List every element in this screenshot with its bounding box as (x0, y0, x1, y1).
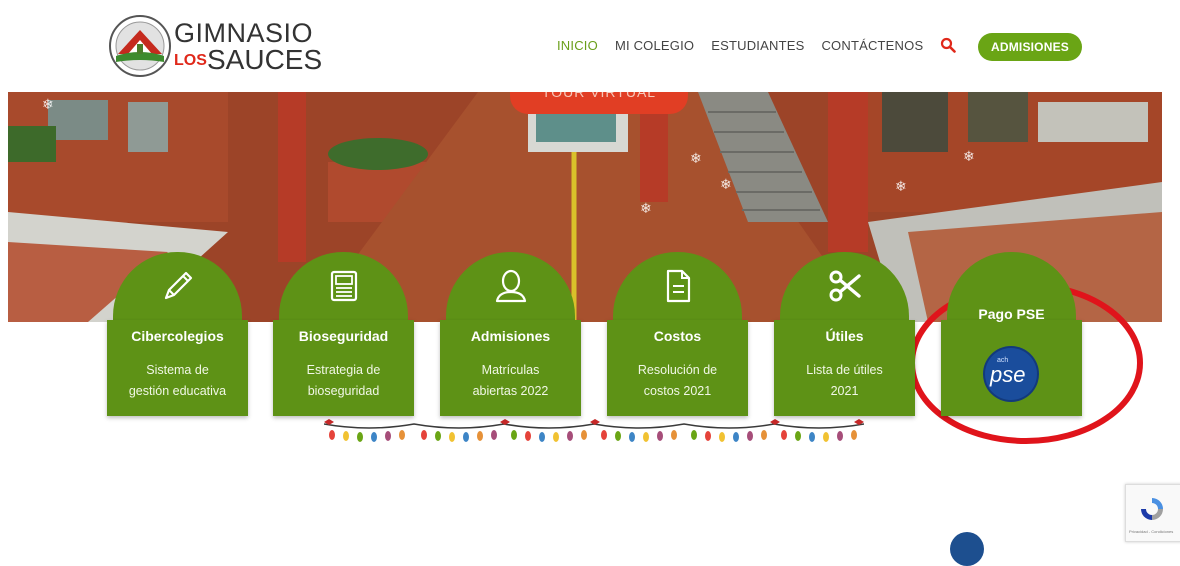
card-utiles[interactable]: Útiles Lista de útiles 2021 (774, 252, 915, 416)
card-description: Lista de útiles 2021 (774, 360, 915, 402)
school-emblem-icon (109, 15, 171, 77)
card-desc-line: bioseguridad (307, 384, 380, 398)
card-description: Matrículas abiertas 2022 (440, 360, 581, 402)
card-desc-line: 2021 (830, 384, 859, 398)
card-bioseguridad[interactable]: Bioseguridad Estrategia de bioseguridad (273, 252, 414, 416)
card-description: Estrategia de bioseguridad (273, 360, 414, 402)
floating-button-partial[interactable] (950, 532, 984, 566)
christmas-lights-decoration (324, 419, 864, 442)
snowflake-icon: ❄ (42, 96, 54, 112)
card-desc-line: Resolución de (637, 363, 718, 377)
site-header: GIMNASIO LOS SAUCES INICIO MI COLEGIO ES… (0, 0, 1180, 92)
nav-item-inicio[interactable]: INICIO (557, 38, 598, 53)
document-icon (666, 269, 690, 303)
recaptcha-text: Privacidad - Condiciones (1129, 529, 1174, 534)
newspaper-icon (330, 270, 357, 302)
pse-text: pse (989, 362, 1025, 387)
card-costos[interactable]: Costos Resolución de costos 2021 (607, 252, 748, 416)
card-title: Útiles (825, 328, 864, 344)
card-desc-line: Lista de útiles (806, 363, 883, 377)
search-icon[interactable] (940, 37, 957, 53)
card-title: Pago PSE (978, 306, 1045, 322)
pencil-icon (164, 271, 192, 300)
card-desc-line: Sistema de (146, 363, 209, 377)
card-cibercolegios[interactable]: Cibercolegios Sistema de gestión educati… (107, 252, 248, 416)
site-logo[interactable]: GIMNASIO LOS SAUCES (108, 14, 368, 80)
scissors-icon (829, 270, 861, 302)
pse-logo-icon[interactable]: ach pse (979, 344, 1043, 404)
recaptcha-icon (1141, 498, 1163, 520)
snowflake-icon: ❄ (690, 150, 702, 166)
snowflake-icon: ❄ (720, 176, 732, 192)
snowflake-icon: ❄ (895, 178, 907, 194)
card-title: Costos (653, 328, 702, 344)
user-icon (495, 269, 526, 303)
snowflake-icon: ❄ (963, 148, 975, 164)
admisiones-button[interactable]: ADMISIONES (978, 33, 1082, 61)
card-desc-line: costos 2021 (643, 384, 712, 398)
card-desc-line: gestión educativa (128, 384, 227, 398)
card-desc-line: Estrategia de (306, 363, 381, 377)
card-description: Sistema de gestión educativa (107, 360, 248, 402)
logo-text-los: LOS (174, 52, 207, 69)
logo-text-sauces: SAUCES (207, 44, 323, 75)
card-title: Admisiones (470, 328, 551, 344)
card-admisiones[interactable]: Admisiones Matrículas abiertas 2022 (440, 252, 581, 416)
card-desc-line: Matrículas (481, 363, 540, 377)
card-description: Resolución de costos 2021 (607, 360, 748, 402)
nav-item-contactenos[interactable]: CONTÁCTENOS (821, 38, 923, 53)
card-title: Cibercolegios (131, 328, 224, 344)
main-nav: INICIO MI COLEGIO ESTUDIANTES CONTÁCTENO… (557, 37, 976, 53)
tour-virtual-button[interactable]: TOUR VIRTUAL (510, 92, 688, 114)
snowflake-icon: ❄ (640, 200, 652, 216)
nav-item-mi-colegio[interactable]: MI COLEGIO (615, 38, 694, 53)
nav-item-estudiantes[interactable]: ESTUDIANTES (711, 38, 804, 53)
card-pago-pse[interactable]: Pago PSE ach pse (941, 252, 1082, 416)
recaptcha-badge[interactable]: Privacidad - Condiciones (1125, 484, 1180, 542)
card-desc-line: abiertas 2022 (472, 384, 549, 398)
card-title: Bioseguridad (298, 328, 389, 344)
